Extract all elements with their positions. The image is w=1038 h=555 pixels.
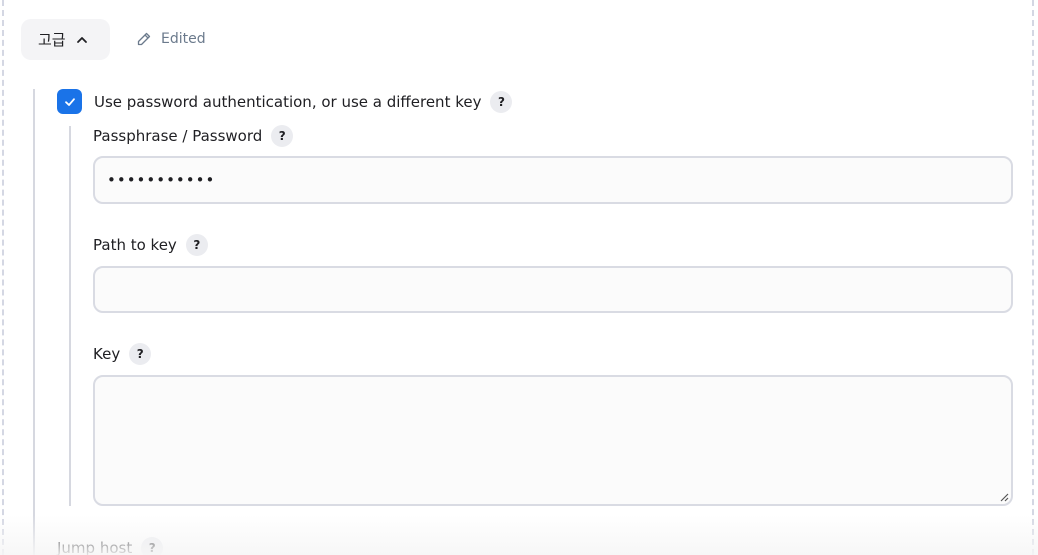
key-label: Key — [93, 345, 121, 363]
edited-label: Edited — [161, 31, 206, 47]
resize-handle-icon[interactable] — [997, 490, 1009, 502]
chevron-up-icon — [75, 33, 89, 47]
passphrase-help-icon[interactable]: ? — [271, 125, 294, 147]
key-help-icon[interactable]: ? — [129, 343, 152, 365]
left-dashed-guide — [2, 0, 4, 555]
checkmark-icon — [64, 97, 75, 106]
advanced-toggle-label: 고급 — [38, 31, 66, 49]
jump-host-help-icon[interactable]: ? — [141, 537, 164, 555]
advanced-toggle-button[interactable]: 고급 — [21, 19, 110, 60]
password-auth-help-icon[interactable]: ? — [490, 91, 513, 113]
subsection-indent-line — [69, 126, 71, 506]
passphrase-label-row: Passphrase / Password ? — [93, 124, 294, 148]
path-to-key-label: Path to key — [93, 236, 177, 254]
passphrase-label: Passphrase / Password — [93, 127, 263, 145]
key-label-row: Key ? — [93, 342, 152, 366]
path-to-key-label-row: Path to key ? — [93, 233, 208, 257]
key-textarea[interactable] — [93, 375, 1013, 506]
right-dashed-guide — [1032, 0, 1034, 555]
password-auth-checkbox[interactable] — [57, 89, 82, 114]
password-auth-label-row: Use password authentication, or use a di… — [94, 90, 513, 114]
path-to-key-help-icon[interactable]: ? — [185, 234, 208, 256]
path-to-key-input[interactable] — [93, 266, 1013, 313]
edited-indicator: Edited — [136, 31, 206, 47]
pencil-icon — [136, 31, 152, 47]
passphrase-input[interactable]: ••••••••••• — [93, 156, 1013, 204]
section-indent-line — [33, 89, 35, 555]
jump-host-label-row: Jump host ? — [57, 536, 164, 555]
ssh-advanced-settings-panel: 고급 Edited Use password authentication, o… — [0, 0, 1038, 555]
jump-host-label: Jump host — [57, 539, 133, 555]
password-auth-label: Use password authentication, or use a di… — [94, 93, 482, 111]
